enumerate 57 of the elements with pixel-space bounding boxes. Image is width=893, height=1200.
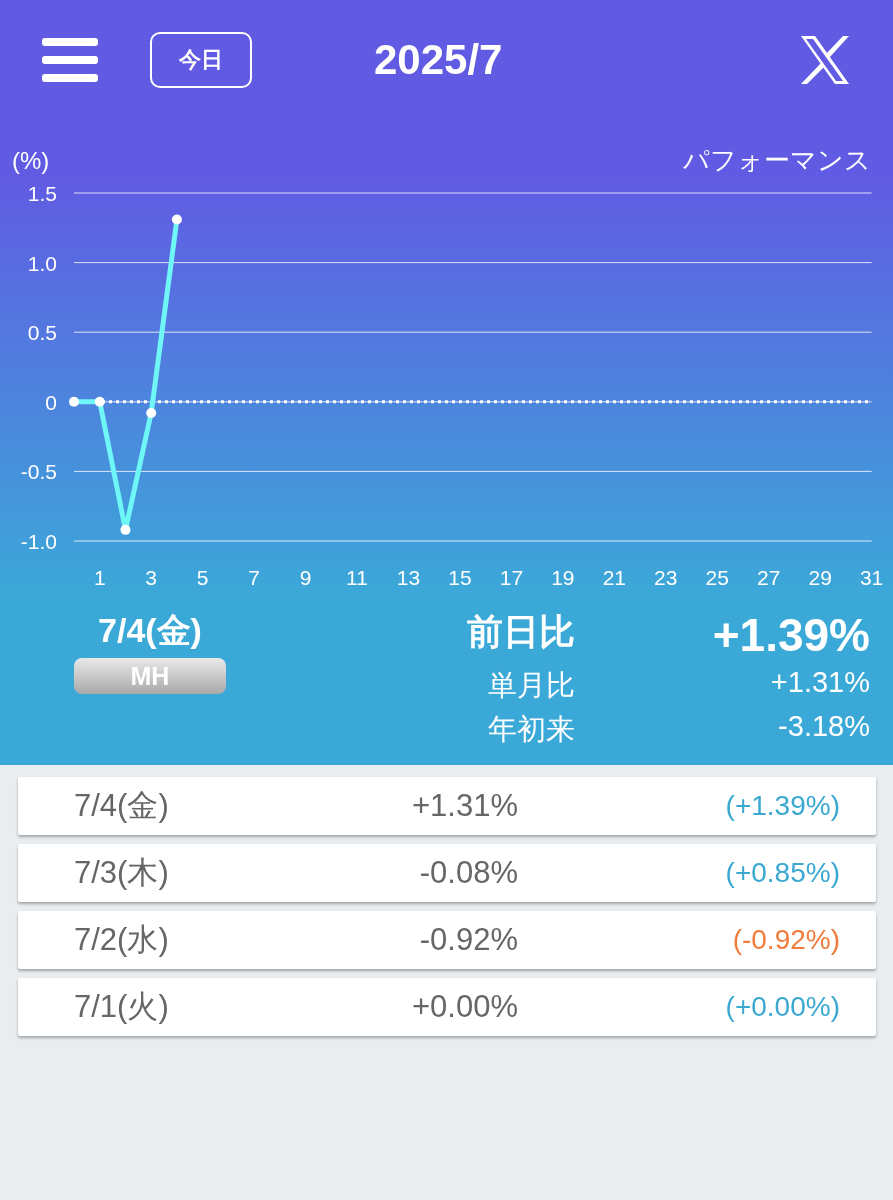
x-tick-label: 23: [654, 566, 678, 589]
point: [69, 396, 79, 407]
history-row[interactable]: 7/2(水) -0.92% (-0.92%): [18, 911, 876, 969]
x-tick-label: 3: [145, 566, 158, 589]
y-tick-label: -1.0: [20, 530, 57, 553]
y-tick-label: 1.0: [27, 251, 57, 275]
row-change: (+0.00%): [725, 991, 841, 1023]
mh-badge: MH: [74, 658, 226, 694]
stat-value: -3.18%: [777, 710, 870, 744]
axis-unit: (%): [12, 147, 50, 174]
x-tick-label: 25: [705, 566, 729, 589]
history-row[interactable]: 7/3(木) -0.08% (+0.85%): [18, 844, 876, 902]
x-tick-label: 11: [346, 566, 368, 589]
row-value: +0.00%: [411, 989, 518, 1025]
stat-label: 年初来: [487, 712, 575, 747]
x-tick-label: 19: [551, 566, 575, 589]
row-value: -0.08%: [418, 855, 518, 891]
menu-icon[interactable]: [42, 36, 98, 84]
selected-date: 7/4(金): [98, 610, 202, 651]
point: [146, 407, 157, 418]
row-change: (+1.39%): [725, 790, 841, 822]
stat-value: +1.39%: [711, 608, 870, 662]
stat-label: 単月比: [487, 668, 575, 703]
x-tick-label: 31: [859, 566, 884, 589]
y-tick-label: 1.5: [27, 182, 57, 205]
x-tick-label: 1: [93, 566, 106, 589]
x-tick-label: 21: [602, 566, 626, 589]
row-change: (+0.85%): [725, 857, 841, 889]
y-tick-label: 0.5: [27, 321, 57, 345]
row-date: 7/2(水): [73, 921, 170, 959]
row-change: (-0.92%): [732, 924, 841, 956]
x-logo-icon[interactable]: [799, 36, 851, 84]
history-row[interactable]: 7/1(火) +0.00% (+0.00%): [18, 978, 876, 1036]
row-date: 7/1(火): [73, 988, 170, 1026]
row-value: -0.92%: [418, 922, 518, 958]
x-tick-label: 9: [299, 566, 312, 589]
row-date: 7/4(金): [73, 787, 170, 825]
x-tick-label: 17: [499, 566, 524, 589]
y-tick-label: -0.5: [20, 460, 57, 484]
y-tick-label: 0: [45, 390, 57, 414]
row-value: +1.31%: [411, 788, 518, 824]
point: [171, 214, 182, 225]
stat-label: 前日比: [466, 610, 575, 654]
point: [120, 524, 131, 535]
month-title: 2025/7: [374, 36, 503, 84]
history-row[interactable]: 7/4(金) +1.31% (+1.39%): [18, 777, 876, 835]
x-tick-label: 29: [808, 566, 832, 589]
x-tick-label: 15: [448, 566, 472, 589]
point: [94, 396, 105, 407]
chart-title: パフォーマンス: [683, 145, 871, 175]
stat-value: +1.31%: [769, 666, 870, 700]
today-button[interactable]: 今日: [150, 32, 252, 88]
x-tick-label: 7: [248, 566, 260, 589]
row-date: 7/3(木): [73, 854, 170, 892]
x-tick-label: 5: [196, 566, 209, 589]
x-tick-label: 13: [396, 566, 421, 589]
x-tick-label: 27: [757, 566, 781, 589]
